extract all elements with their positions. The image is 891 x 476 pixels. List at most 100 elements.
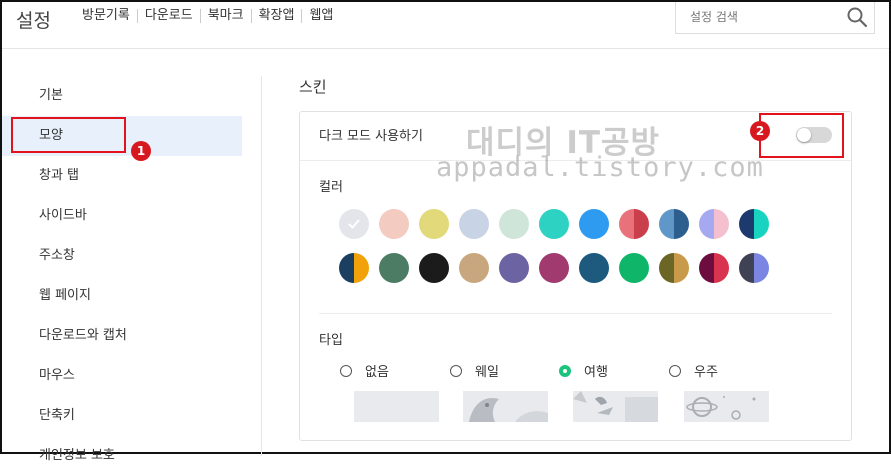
color-swatch[interactable] — [659, 253, 689, 283]
sidebar-item-sidebar[interactable]: 사이드바 — [2, 196, 242, 236]
sidebar-item-basic[interactable]: 기본 — [2, 76, 242, 116]
swatch-half — [659, 209, 674, 239]
top-nav: 방문기록 다운로드 북마크 확장앱 웹앱 — [82, 9, 340, 23]
nav-downloads-link[interactable]: 다운로드 — [138, 9, 201, 23]
color-swatch[interactable] — [579, 209, 609, 239]
type-option-whale[interactable]: 웨일 — [450, 361, 499, 380]
skin-thumbnail-travel[interactable] — [573, 391, 658, 422]
swatch-half — [619, 209, 634, 239]
color-swatch[interactable] — [539, 209, 569, 239]
type-option-label: 여행 — [584, 365, 608, 380]
sidebar-item-mouse[interactable]: 마우스 — [2, 356, 242, 396]
color-swatch[interactable] — [739, 209, 769, 239]
sidebar-item-label: 마우스 — [39, 368, 75, 383]
color-swatch[interactable] — [619, 253, 649, 283]
space-illustration-icon — [686, 396, 756, 420]
toggle-knob — [797, 128, 811, 142]
type-option-space[interactable]: 우주 — [669, 361, 718, 380]
type-label: 타입 — [319, 333, 343, 348]
highlight-box — [11, 117, 126, 153]
swatch-half — [674, 253, 689, 283]
nav-history-link[interactable]: 방문기록 — [82, 9, 138, 23]
swatch-half — [714, 209, 729, 239]
settings-header: 설정 방문기록 다운로드 북마크 확장앱 웹앱 — [2, 2, 889, 49]
nav-webapps-link[interactable]: 웹앱 — [302, 9, 340, 23]
type-option-label: 없음 — [365, 365, 389, 380]
swatch-half — [354, 253, 369, 283]
sidebar-item-label: 주소창 — [39, 248, 75, 263]
color-swatch[interactable] — [339, 253, 369, 283]
radio-whale[interactable] — [450, 364, 462, 377]
color-swatch[interactable] — [739, 253, 769, 283]
radio-none[interactable] — [340, 364, 352, 377]
nav-bookmarks-link[interactable]: 북마크 — [201, 9, 252, 23]
swatch-half — [674, 209, 689, 239]
annotation-badge-1: 1 — [131, 141, 151, 161]
sidebar-item-privacy[interactable]: 개인정보 보호 — [2, 436, 242, 476]
color-swatch[interactable] — [539, 253, 569, 283]
annotation-badge-2: 2 — [750, 121, 770, 141]
color-swatch[interactable] — [659, 209, 689, 239]
color-label: 컬러 — [319, 180, 343, 195]
section-title-skin: 스킨 — [299, 78, 327, 96]
sidebar-item-web-page[interactable]: 웹 페이지 — [2, 276, 242, 316]
dark-mode-label: 다크 모드 사용하기 — [319, 129, 423, 144]
sidebar-item-shortcuts[interactable]: 단축키 — [2, 396, 242, 436]
color-swatch[interactable] — [419, 209, 449, 239]
sidebar-item-label: 기본 — [39, 88, 63, 103]
color-swatch[interactable] — [499, 209, 529, 239]
skin-thumbnail-space[interactable] — [684, 391, 769, 422]
check-icon — [348, 219, 360, 229]
travel-illustration-icon — [573, 391, 658, 422]
swatch-half — [339, 253, 354, 283]
type-option-none[interactable]: 없음 — [340, 361, 389, 380]
radio-travel[interactable] — [559, 364, 571, 377]
color-swatch[interactable] — [459, 209, 489, 239]
color-swatch[interactable] — [699, 253, 729, 283]
sidebar-item-windows-tabs[interactable]: 창과 탭 — [2, 156, 242, 196]
search-icon[interactable] — [846, 6, 868, 28]
swatch-half — [739, 209, 754, 239]
radio-space[interactable] — [669, 364, 681, 377]
swatch-half — [659, 253, 674, 283]
sidebar-item-appearance[interactable]: 모양 — [2, 116, 242, 156]
settings-search — [675, 2, 875, 34]
nav-extensions-link[interactable]: 확장앱 — [252, 9, 303, 23]
divider — [319, 313, 832, 314]
page-title: 설정 — [16, 10, 51, 32]
color-swatch[interactable] — [699, 209, 729, 239]
type-option-label: 우주 — [694, 365, 718, 380]
whale-illustration-icon — [469, 397, 548, 422]
swatch-half — [699, 209, 714, 239]
sidebar-item-label: 웹 페이지 — [39, 288, 91, 303]
swatch-half — [754, 209, 769, 239]
color-swatch[interactable] — [379, 209, 409, 239]
swatch-half — [634, 209, 649, 239]
color-swatch[interactable] — [619, 209, 649, 239]
skin-thumbnail-none[interactable] — [354, 391, 439, 422]
color-swatch[interactable] — [499, 253, 529, 283]
color-swatch[interactable] — [459, 253, 489, 283]
dark-mode-toggle[interactable] — [796, 127, 832, 143]
swatch-half — [714, 253, 729, 283]
color-swatch[interactable] — [379, 253, 409, 283]
color-swatch[interactable] — [419, 253, 449, 283]
swatch-half — [699, 253, 714, 283]
type-option-travel[interactable]: 여행 — [559, 361, 608, 380]
sidebar-item-label: 개인정보 보호 — [39, 448, 115, 463]
sidebar-divider — [261, 76, 262, 456]
sidebar-item-address-bar[interactable]: 주소창 — [2, 236, 242, 276]
sidebar-item-download-capture[interactable]: 다운로드와 캡처 — [2, 316, 242, 356]
sidebar-item-label: 사이드바 — [39, 208, 87, 223]
color-swatch[interactable] — [339, 209, 369, 239]
swatch-half — [739, 253, 754, 283]
sidebar-item-label: 단축키 — [39, 408, 75, 423]
swatch-half — [754, 253, 769, 283]
settings-sidebar: 기본 모양 창과 탭 사이드바 주소창 웹 페이지 다운로드와 캡처 마우스 단… — [2, 76, 242, 476]
settings-search-input[interactable] — [676, 2, 850, 32]
watermark-url: appadal.tistory.com — [436, 152, 764, 183]
color-swatch[interactable] — [579, 253, 609, 283]
skin-thumbnail-whale[interactable] — [463, 391, 548, 422]
sidebar-item-label: 다운로드와 캡처 — [39, 328, 127, 343]
sidebar-item-label: 창과 탭 — [39, 168, 80, 183]
